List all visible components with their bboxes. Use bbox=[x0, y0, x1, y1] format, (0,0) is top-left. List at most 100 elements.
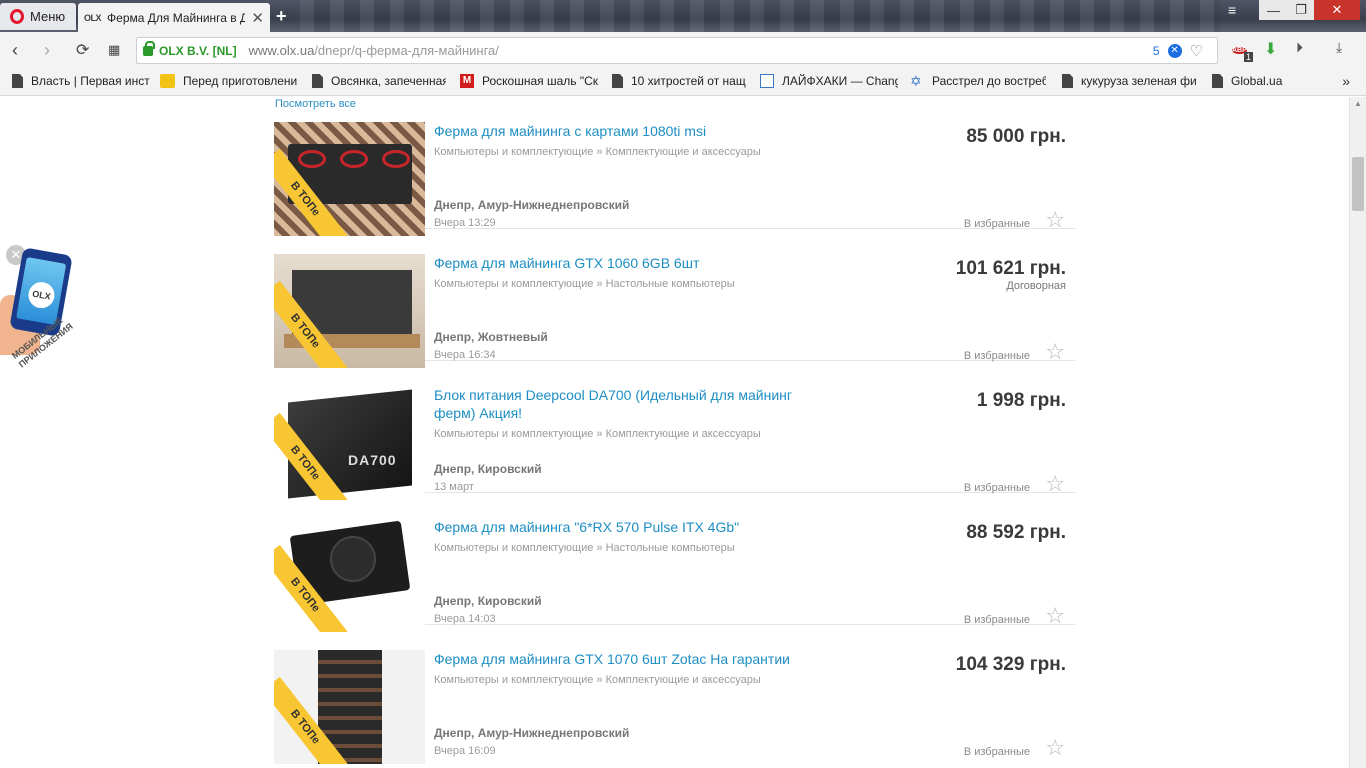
listing-photo[interactable]: В ТОПе bbox=[274, 254, 425, 368]
gpu-fan-shape bbox=[382, 150, 410, 168]
page-viewport: Посмотреть все ✕ OLX МОБИЛЬНЫЕ ПРИЛОЖЕНИ… bbox=[0, 97, 1366, 768]
listing-row: В ТОПе Ферма для майнинга "6*RX 570 Puls… bbox=[274, 493, 1075, 632]
gpu-fan-shape bbox=[330, 536, 376, 582]
listing-price: 88 592 грн. bbox=[966, 522, 1066, 543]
listing-category: Компьютеры и комплектующие » Комплектующ… bbox=[434, 428, 761, 440]
listing-price: 85 000 грн. bbox=[966, 126, 1066, 147]
bookmark-label: Перед приготовлени bbox=[183, 74, 298, 88]
olx-favicon-icon: OLX bbox=[84, 12, 102, 23]
listing-row: В ТОПе Ферма для майнинга с картами 1080… bbox=[274, 97, 1075, 236]
bookmark-item[interactable]: Власть | Первая инст bbox=[12, 74, 150, 88]
lock-icon bbox=[143, 40, 155, 56]
m-logo-icon: M bbox=[460, 74, 474, 88]
listing-title[interactable]: Ферма для майнинга GTX 1060 6GB 6шт bbox=[434, 254, 824, 272]
listing-title[interactable]: Ферма для майнинга GTX 1070 6шт Zotac На… bbox=[434, 650, 824, 668]
listing-location: Днепр, Кировский bbox=[434, 462, 542, 476]
tab-active[interactable]: OLX Ферма Для Майнинга в Днепре ✕ bbox=[78, 3, 270, 32]
url-count: 5 bbox=[1152, 44, 1160, 58]
da700-label: DA700 bbox=[348, 452, 397, 468]
listing-category: Компьютеры и комплектующие » Комплектующ… bbox=[434, 146, 761, 158]
bookmark-label: Расстрел до востреб bbox=[932, 74, 1046, 88]
bookmark-label: Овсянка, запеченная bbox=[331, 74, 446, 88]
downloads-icon[interactable]: ⤓ bbox=[1336, 39, 1342, 56]
bookmark-item[interactable]: ✡ Расстрел до востреб bbox=[910, 74, 1046, 88]
bookmark-label: ЛАЙФХАКИ — Chang bbox=[782, 74, 898, 88]
bookmark-item[interactable]: Овсянка, запеченная bbox=[312, 74, 446, 88]
listing-location: Днепр, Амур-Нижнеднепровский bbox=[434, 198, 630, 212]
minimize-button[interactable]: — bbox=[1259, 0, 1288, 20]
scroll-up-icon[interactable]: ▲ bbox=[1354, 99, 1362, 108]
reload-button[interactable]: ⟳ bbox=[76, 40, 89, 60]
bookmark-item[interactable]: M Роскошная шаль "Ск bbox=[460, 74, 598, 88]
listing-date: 13 март bbox=[434, 481, 474, 493]
url-path: /dnepr/q-ферма-для-майнинга/ bbox=[314, 43, 499, 58]
address-toolbar: ‹ › ⟳ ▦ OLX B.V. [NL] www.olx.ua /dnepr/… bbox=[0, 32, 1366, 68]
bookmark-label: Роскошная шаль "Ск bbox=[482, 74, 598, 88]
bookmark-label: 10 хитростей от нащ bbox=[631, 74, 746, 88]
bookmarks-bar: Власть | Первая инст Перед приготовлени … bbox=[0, 68, 1366, 96]
document-icon bbox=[312, 74, 323, 88]
adblock-x-icon[interactable]: ✕ bbox=[1167, 44, 1182, 58]
back-button[interactable]: ‹ bbox=[12, 40, 18, 61]
window-controls: — ❐ ✕ bbox=[1259, 0, 1360, 20]
tab-close-icon[interactable]: ✕ bbox=[251, 9, 264, 27]
listing-category: Компьютеры и комплектующие » Комплектующ… bbox=[434, 674, 761, 686]
heart-icon[interactable]: ♡ bbox=[1190, 42, 1203, 60]
tab-menu-icon[interactable]: ≡ bbox=[1228, 2, 1236, 18]
listing-row: В ТОПе Ферма для майнинга GTX 1070 6шт Z… bbox=[274, 625, 1075, 764]
maximize-button[interactable]: ❐ bbox=[1288, 0, 1314, 20]
bookmark-label: Власть | Первая инст bbox=[31, 74, 150, 88]
listing-title[interactable]: Блок питания Deepcool DA700 (Идельный дл… bbox=[434, 386, 824, 422]
listing-row: В ТОПе Ферма для майнинга GTX 1060 6GB 6… bbox=[274, 229, 1075, 368]
listing-category: Компьютеры и комплектующие » Настольные … bbox=[434, 542, 735, 554]
listing-photo[interactable]: В ТОПе bbox=[274, 518, 425, 632]
url-actions: 5 ✕ ♡ bbox=[1153, 42, 1203, 60]
listing-price: 1 998 грн. bbox=[976, 390, 1066, 411]
bookmark-item[interactable]: кукуруза зеленая фи bbox=[1062, 74, 1198, 88]
document-icon bbox=[12, 74, 23, 88]
listing-location: Днепр, Кировский bbox=[434, 594, 542, 608]
star-icon[interactable]: ☆ bbox=[1045, 735, 1065, 761]
listing-photo[interactable]: В ТОПе bbox=[274, 650, 425, 764]
listing-row: DA700 В ТОПе Блок питания Deepcool DA700… bbox=[274, 361, 1075, 500]
download-extension-icon[interactable]: ⬇ bbox=[1264, 39, 1277, 59]
close-window-button[interactable]: ✕ bbox=[1314, 0, 1360, 20]
bookmarks-overflow-icon[interactable]: » bbox=[1342, 73, 1350, 89]
listing-photo[interactable]: В ТОПе bbox=[274, 122, 425, 236]
forward-button[interactable]: › bbox=[44, 40, 50, 61]
listing-price: 101 621 грн. bbox=[955, 258, 1066, 279]
listing-location: Днепр, Амур-Нижнеднепровский bbox=[434, 726, 630, 740]
listing-date: Вчера 16:09 bbox=[434, 745, 496, 757]
abp-count: 1 bbox=[1244, 52, 1254, 62]
mobile-app-promo[interactable]: ✕ OLX МОБИЛЬНЫЕ ПРИЛОЖЕНИЯ bbox=[0, 245, 90, 405]
listing-photo[interactable]: DA700 В ТОПе bbox=[274, 386, 425, 500]
bookmark-item[interactable]: Перед приготовлени bbox=[160, 74, 298, 88]
gpu-fan-shape bbox=[340, 150, 368, 168]
listing-title[interactable]: Ферма для майнинга "6*RX 570 Pulse ITX 4… bbox=[434, 518, 824, 536]
star-of-david-icon: ✡ bbox=[910, 74, 922, 88]
scrollbar-thumb[interactable] bbox=[1352, 157, 1364, 211]
url-host: www.olx.ua bbox=[248, 43, 315, 58]
vertical-scrollbar[interactable]: ▲ bbox=[1349, 97, 1366, 768]
favorite-label[interactable]: В избранные bbox=[964, 746, 1030, 758]
opera-menu-button[interactable]: Меню bbox=[0, 3, 76, 30]
listing-price: 104 329 грн. bbox=[955, 654, 1066, 675]
listing-title[interactable]: Ферма для майнинга с картами 1080ti msi bbox=[434, 122, 824, 140]
bookmark-item[interactable]: 10 хитростей от нащ bbox=[612, 74, 746, 88]
listing-date: Вчера 16:34 bbox=[434, 349, 496, 361]
listing-date: Вчера 14:03 bbox=[434, 613, 496, 625]
tab-bar: Меню OLX Ферма Для Майнинга в Днепре ✕ +… bbox=[0, 0, 1366, 32]
speed-dial-icon[interactable]: ▦ bbox=[108, 42, 120, 58]
site-identity[interactable]: OLX B.V. [NL] bbox=[159, 44, 237, 58]
play-icon[interactable]: ⏵ bbox=[1296, 39, 1303, 56]
new-tab-button[interactable]: + bbox=[276, 6, 287, 27]
listing-category: Компьютеры и комплектующие » Настольные … bbox=[434, 278, 735, 290]
gpu-fan-shape bbox=[298, 150, 326, 168]
bookmark-item[interactable]: ЛАЙФХАКИ — Chang bbox=[760, 74, 898, 88]
tab-bar-background bbox=[300, 0, 1220, 32]
bookmark-label: кукуруза зеленая фи bbox=[1081, 74, 1197, 88]
bookmark-item[interactable]: Global.ua bbox=[1212, 74, 1302, 88]
opera-logo-icon bbox=[10, 9, 24, 24]
document-icon bbox=[1062, 74, 1073, 88]
address-field[interactable]: OLX B.V. [NL] www.olx.ua /dnepr/q-ферма-… bbox=[136, 37, 1218, 64]
